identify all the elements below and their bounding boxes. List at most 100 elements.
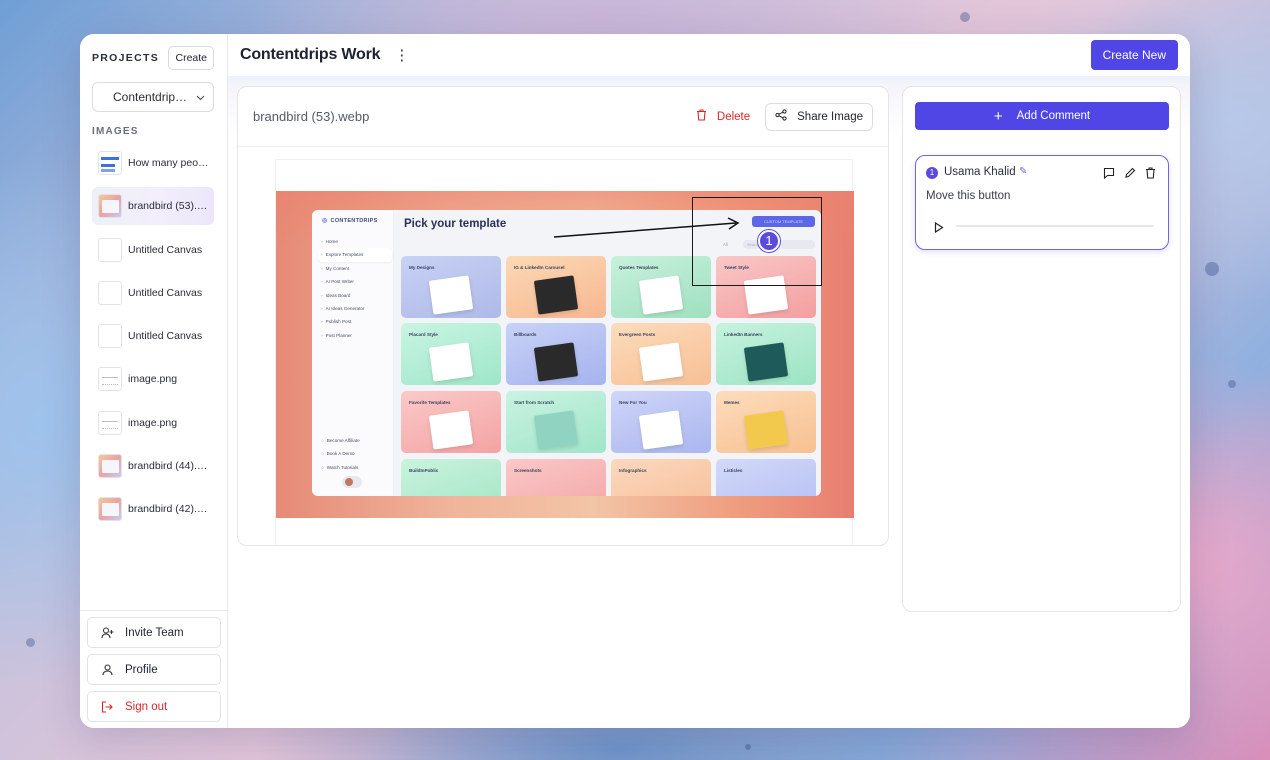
comment-card[interactable]: 1 Usama Khalid ✎ Move this button: [915, 155, 1169, 250]
preview-card: Screenshots: [506, 459, 606, 496]
image-name: Untitled Canvas: [128, 286, 203, 299]
background-bubble: [960, 12, 970, 22]
image-name: Untitled Canvas: [128, 243, 203, 256]
preview-card-label: IG & LinkedIn Carousel: [514, 265, 565, 270]
preview-footer-item: Watch Tutorials: [318, 461, 392, 474]
preview-nav-item: Ideas Board: [318, 289, 392, 302]
preview-card-art: [743, 410, 789, 450]
background-bubble: [1205, 262, 1219, 276]
sidebar: PROJECTS Create Contentdrips... IMAGES H…: [80, 34, 228, 728]
preview-card-art: [533, 275, 579, 315]
plus-icon: +: [993, 107, 1003, 125]
projects-label: PROJECTS: [92, 52, 159, 64]
image-viewer-panel: brandbird (53).webp Delete Share Image C…: [237, 86, 889, 546]
preview-card-art: [533, 410, 579, 450]
user-plus-icon: [100, 626, 114, 640]
profile-button[interactable]: Profile: [87, 654, 221, 685]
image-thumbnail: [98, 367, 122, 392]
images-section-label: IMAGES: [92, 126, 139, 137]
preview-card: Infographics: [611, 459, 711, 496]
preview-card-label: Billboards: [514, 332, 537, 337]
trash-icon[interactable]: [1145, 167, 1156, 179]
preview-sidebar: CONTENTDRIPS Home Explore Templates My C…: [312, 210, 394, 496]
edit-icon[interactable]: [1124, 167, 1136, 179]
delete-button[interactable]: Delete: [696, 109, 750, 124]
comment-text: Move this button: [926, 190, 1011, 202]
project-dropdown[interactable]: Contentdrips...: [92, 82, 214, 112]
image-list-item[interactable]: Untitled Canvas: [92, 274, 214, 312]
preview-nav-item: My Content: [318, 262, 392, 275]
preview-card-label: Favorite Templates: [409, 400, 451, 405]
preview-card-label: Placard Style: [409, 332, 438, 337]
preview-avatar: [342, 476, 362, 488]
image-thumbnail: [98, 151, 122, 175]
background-bubble: [26, 638, 35, 647]
share-image-button[interactable]: Share Image: [765, 102, 873, 131]
image-thumbnail: [98, 410, 122, 435]
create-project-button[interactable]: Create: [168, 46, 214, 70]
background-bubble: [1228, 380, 1236, 388]
preview-nav-item: AI Post Writer: [318, 275, 392, 288]
preview-card: My Designs: [401, 256, 501, 318]
image-thumbnail: [98, 194, 122, 219]
preview-nav: Home Explore Templates My Content AI Pos…: [318, 235, 392, 342]
preview-card: Start from Scratch: [506, 391, 606, 453]
preview-card-label: Memes: [724, 400, 740, 405]
image-list-item[interactable]: How many peop...: [92, 144, 214, 182]
preview-card-art: [638, 410, 684, 450]
image-name: image.png: [128, 373, 178, 386]
image-canvas[interactable]: CONTENTDRIPS Home Explore Templates My C…: [275, 159, 854, 545]
image-name: image.png: [128, 416, 178, 429]
image-thumbnail: [98, 237, 122, 262]
image-list-item[interactable]: brandbird (44).w...: [92, 447, 214, 485]
image-list-item[interactable]: image.png: [92, 404, 214, 442]
image-name: How many peop...: [128, 157, 210, 169]
comment-author: Usama Khalid: [944, 166, 1016, 178]
preview-card-label: My Designs: [409, 265, 435, 270]
project-dropdown-value: Contentdrips...: [113, 90, 191, 104]
preview-card-label: LinkedIn Banners: [724, 332, 763, 337]
preview-card-art: [638, 342, 684, 382]
image-preview: CONTENTDRIPS Home Explore Templates My C…: [276, 191, 854, 518]
audio-progress-track[interactable]: [956, 225, 1154, 227]
preview-footer-item: Become Affiliate: [318, 434, 392, 447]
annotation-box[interactable]: [692, 197, 822, 286]
play-icon[interactable]: [934, 220, 944, 238]
preview-footer-item: Book A Demo: [318, 447, 392, 460]
share-image-label: Share Image: [797, 110, 863, 123]
preview-card: Favorite Templates: [401, 391, 501, 453]
preview-card-label: Evergreen Posts: [619, 332, 656, 337]
reply-icon[interactable]: [1103, 167, 1115, 179]
preview-nav-item: Explore Templates: [318, 248, 392, 262]
sign-out-button[interactable]: Sign out: [87, 691, 221, 722]
image-list-item[interactable]: brandbird (42).w...: [92, 490, 214, 528]
more-options-icon[interactable]: ⋮: [394, 48, 409, 63]
preview-nav-item: Publish Post: [318, 315, 392, 328]
image-file-name: brandbird (53).webp: [253, 109, 370, 124]
image-name: brandbird (44).w...: [128, 460, 210, 473]
create-new-button[interactable]: Create New: [1090, 40, 1178, 70]
preview-card: Memes: [716, 391, 816, 453]
preview-card: Listicles: [716, 459, 816, 496]
invite-team-button[interactable]: Invite Team: [87, 617, 221, 648]
image-list-item-active[interactable]: brandbird (53).w...: [92, 187, 214, 226]
add-comment-button[interactable]: + Add Comment: [915, 102, 1169, 130]
preview-card: New For You: [611, 391, 711, 453]
tag-icon: ✎: [1019, 166, 1028, 177]
preview-nav-item: Post Planner: [318, 329, 392, 342]
preview-title: Pick your template: [404, 218, 507, 230]
comment-actions: [1103, 167, 1156, 179]
preview-card: IG & LinkedIn Carousel: [506, 256, 606, 318]
image-list-item[interactable]: image.png: [92, 360, 214, 398]
image-list: How many peop... brandbird (53).w... Unt…: [92, 144, 214, 534]
annotation-marker[interactable]: 1: [758, 230, 780, 252]
preview-logo: CONTENTDRIPS: [322, 217, 378, 224]
image-list-item[interactable]: Untitled Canvas: [92, 317, 214, 355]
image-name: Untitled Canvas: [128, 330, 203, 343]
image-list-item[interactable]: Untitled Canvas: [92, 231, 214, 269]
page-title: Contentdrips Work: [240, 46, 381, 63]
preview-card-art: [533, 342, 579, 382]
image-name: brandbird (42).w...: [128, 503, 210, 516]
preview-card-label: New For You: [619, 400, 647, 405]
sign-out-label: Sign out: [125, 700, 168, 713]
